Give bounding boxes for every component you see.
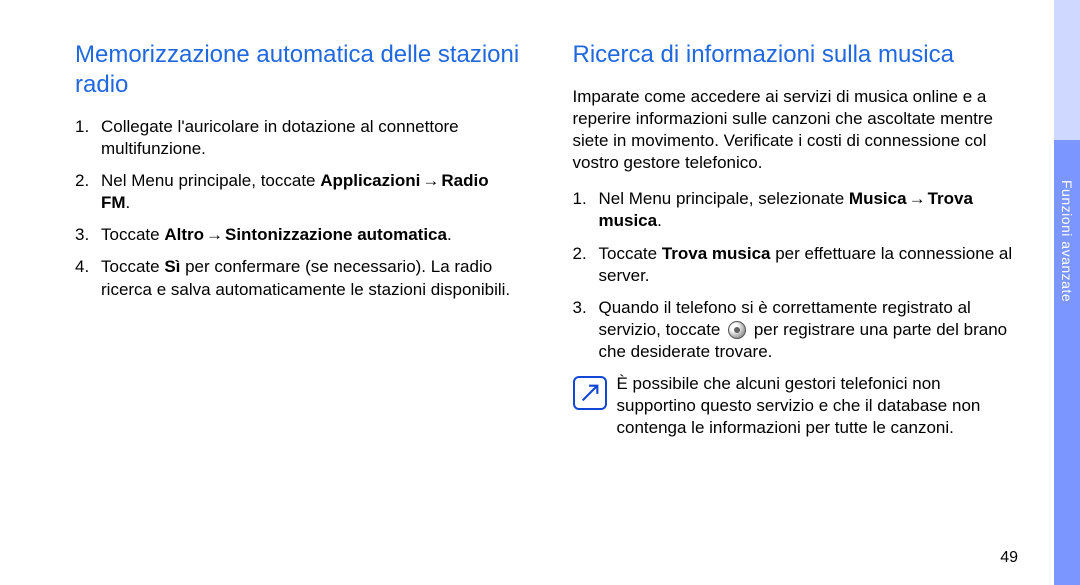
right-list: 1. Nel Menu principale, selezionate Musi… [573, 188, 1021, 363]
list-item: 2. Nel Menu principale, toccate Applicaz… [75, 170, 523, 214]
right-heading: Ricerca di informazioni sulla musica [573, 40, 1021, 70]
list-item: 3. Toccate Altro → Sintonizzazione autom… [75, 224, 523, 246]
arrow-icon: → [420, 170, 441, 192]
list-item: 2. Toccate Trova musica per effettuare l… [573, 243, 1021, 287]
note-callout: È possibile che alcuni gestori telefonic… [573, 373, 1021, 439]
item-number: 3. [75, 224, 89, 246]
item-bold1: Musica [849, 189, 907, 208]
record-icon [728, 321, 746, 339]
item-text-pre: Nel Menu principale, selezionate [599, 189, 849, 208]
item-number: 3. [573, 297, 587, 319]
note-text: È possibile che alcuni gestori telefonic… [617, 373, 1021, 439]
item-bold1: Applicazioni [320, 171, 420, 190]
item-text-post: . [126, 193, 131, 212]
tab-label: Funzioni avanzate [1059, 180, 1075, 302]
left-heading: Memorizzazione automatica delle stazioni… [75, 40, 523, 100]
item-text-pre: Toccate [101, 257, 164, 276]
item-number: 1. [75, 116, 89, 138]
item-text-pre: Nel Menu principale, toccate [101, 171, 320, 190]
item-number: 2. [75, 170, 89, 192]
arrow-icon: → [907, 188, 928, 210]
intro-paragraph: Imparate come accedere ai servizi di mus… [573, 86, 1021, 174]
side-tab: Funzioni avanzate [1054, 0, 1080, 585]
item-bold1: Altro [164, 225, 204, 244]
list-item: 4. Toccate Sì per confermare (se necessa… [75, 256, 523, 300]
left-column: Memorizzazione automatica delle stazioni… [75, 40, 523, 555]
item-text-pre: Toccate [599, 244, 662, 263]
item-bold1: Trova musica [662, 244, 771, 263]
list-item: 1. Collegate l'auricolare in dotazione a… [75, 116, 523, 160]
note-icon [573, 376, 607, 410]
arrow-icon: → [204, 224, 225, 246]
item-number: 1. [573, 188, 587, 210]
list-item: 3. Quando il telefono si è correttamente… [573, 297, 1021, 363]
tab-main-segment: Funzioni avanzate [1054, 140, 1080, 585]
item-text-post: . [447, 225, 452, 244]
tab-light-segment [1054, 0, 1080, 140]
item-bold2: Sintonizzazione automatica [225, 225, 447, 244]
item-number: 4. [75, 256, 89, 278]
right-column: Ricerca di informazioni sulla musica Imp… [573, 40, 1021, 555]
left-list: 1. Collegate l'auricolare in dotazione a… [75, 116, 523, 301]
item-number: 2. [573, 243, 587, 265]
page-number: 49 [1000, 549, 1018, 567]
item-text-post: . [657, 211, 662, 230]
item-text: Collegate l'auricolare in dotazione al c… [101, 117, 459, 158]
list-item: 1. Nel Menu principale, selezionate Musi… [573, 188, 1021, 232]
item-text-pre: Toccate [101, 225, 164, 244]
item-bold1: Sì [164, 257, 180, 276]
